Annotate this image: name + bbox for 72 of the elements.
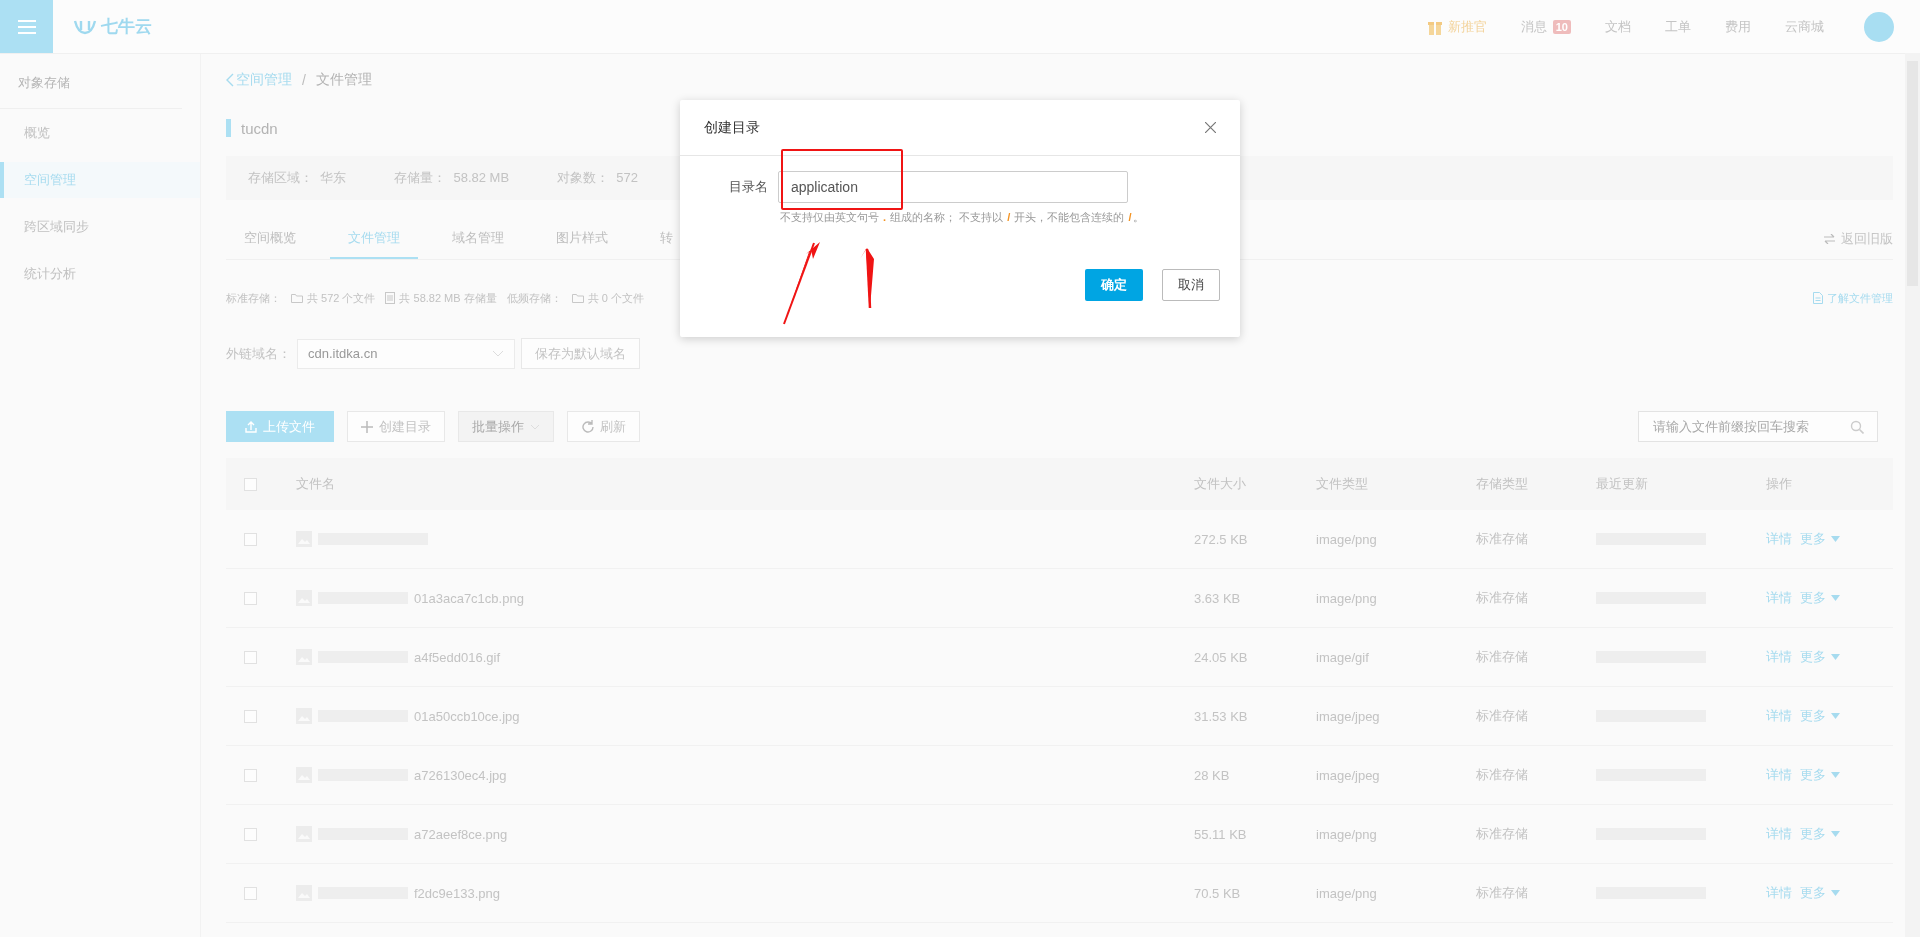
swap-icon [1824, 233, 1835, 244]
message-count-badge: 10 [1552, 19, 1571, 34]
avatar[interactable] [1864, 11, 1894, 42]
details-link[interactable]: 详情 [1766, 884, 1792, 902]
help-link[interactable]: 了解文件管理 [1813, 290, 1893, 306]
sidebar-item[interactable]: 空间管理 [0, 162, 200, 198]
toolbar-button[interactable]: 上传文件 [226, 411, 334, 442]
folder-icon [571, 293, 584, 303]
caret-down-icon [1831, 772, 1840, 778]
list-icon [385, 292, 396, 304]
breadcrumb-link[interactable]: 空间管理 [226, 71, 292, 89]
tab[interactable]: 空间概览 [226, 218, 314, 259]
domain-select[interactable]: cdn.itdka.cn [297, 338, 515, 369]
details-link[interactable]: 详情 [1766, 530, 1792, 548]
caret-down-icon [1831, 654, 1840, 660]
document-icon [1813, 292, 1823, 304]
details-link[interactable]: 详情 [1766, 825, 1792, 843]
confirm-button[interactable]: 确定 [1085, 269, 1143, 301]
details-link[interactable]: 详情 [1766, 707, 1792, 725]
upload-icon [245, 420, 257, 433]
caret-down-icon [1831, 890, 1840, 896]
bucket-name: tucdn [241, 119, 278, 137]
more-dropdown[interactable]: 更多 [1800, 530, 1840, 548]
menu-icon [17, 19, 36, 34]
breadcrumb-separator: / [302, 72, 306, 88]
refresh-icon [581, 420, 594, 433]
more-dropdown[interactable]: 更多 [1800, 589, 1840, 607]
breadcrumb-current: 文件管理 [315, 71, 372, 89]
menu-button[interactable] [0, 0, 53, 53]
cancel-button[interactable]: 取消 [1162, 269, 1220, 301]
logo-text: 七牛云 [101, 16, 152, 38]
more-dropdown[interactable]: 更多 [1800, 648, 1840, 666]
row-checkbox[interactable] [244, 709, 257, 723]
details-link[interactable]: 详情 [1766, 589, 1792, 607]
folder-icon [291, 293, 303, 303]
more-dropdown[interactable]: 更多 [1800, 707, 1840, 725]
top-nav-link[interactable]: 新推官 [1427, 17, 1487, 36]
close-button[interactable] [1205, 122, 1216, 133]
row-checkbox[interactable] [244, 886, 257, 900]
details-link[interactable]: 详情 [1766, 766, 1792, 784]
logo-icon [73, 18, 97, 35]
accent-bar [226, 119, 231, 137]
more-dropdown[interactable]: 更多 [1800, 825, 1840, 843]
tab[interactable]: 域名管理 [434, 218, 522, 259]
caret-down-icon [1831, 536, 1840, 542]
caret-down-icon [1831, 713, 1840, 719]
tab[interactable]: 文件管理 [330, 218, 418, 259]
caret-down-icon [1831, 831, 1840, 837]
search-icon [1850, 420, 1864, 434]
row-checkbox[interactable] [244, 532, 257, 546]
more-dropdown[interactable]: 更多 [1800, 766, 1840, 784]
field-label: 目录名 [728, 178, 769, 196]
sidebar-title: 对象存储 [0, 54, 182, 109]
tab[interactable]: 图片样式 [538, 218, 626, 259]
directory-name-input[interactable]: application [778, 171, 1128, 203]
row-checkbox[interactable] [244, 591, 257, 605]
search-field[interactable]: 请输入文件前缀按回车搜索 [1638, 411, 1878, 442]
hint-text: 不支持仅由英文句号 . 组成的名称； 不支持以 / 开头，不能包含连续的 /。 [780, 210, 1145, 225]
close-icon [1205, 122, 1216, 133]
row-checkbox[interactable] [244, 768, 257, 782]
row-checkbox[interactable] [244, 827, 257, 841]
row-checkbox[interactable] [244, 650, 257, 664]
dialog-title: 创建目录 [704, 118, 760, 137]
caret-down-icon [1831, 595, 1840, 601]
select-all-checkbox[interactable] [244, 477, 257, 491]
chevron-down-icon [492, 350, 504, 357]
chevron-left-icon [226, 73, 234, 87]
details-link[interactable]: 详情 [1766, 648, 1792, 666]
more-dropdown[interactable]: 更多 [1800, 884, 1840, 902]
plus-icon [361, 420, 373, 433]
arrow-drawing [860, 248, 874, 309]
save-default-domain-button[interactable]: 保存为默认域名 [521, 338, 640, 369]
